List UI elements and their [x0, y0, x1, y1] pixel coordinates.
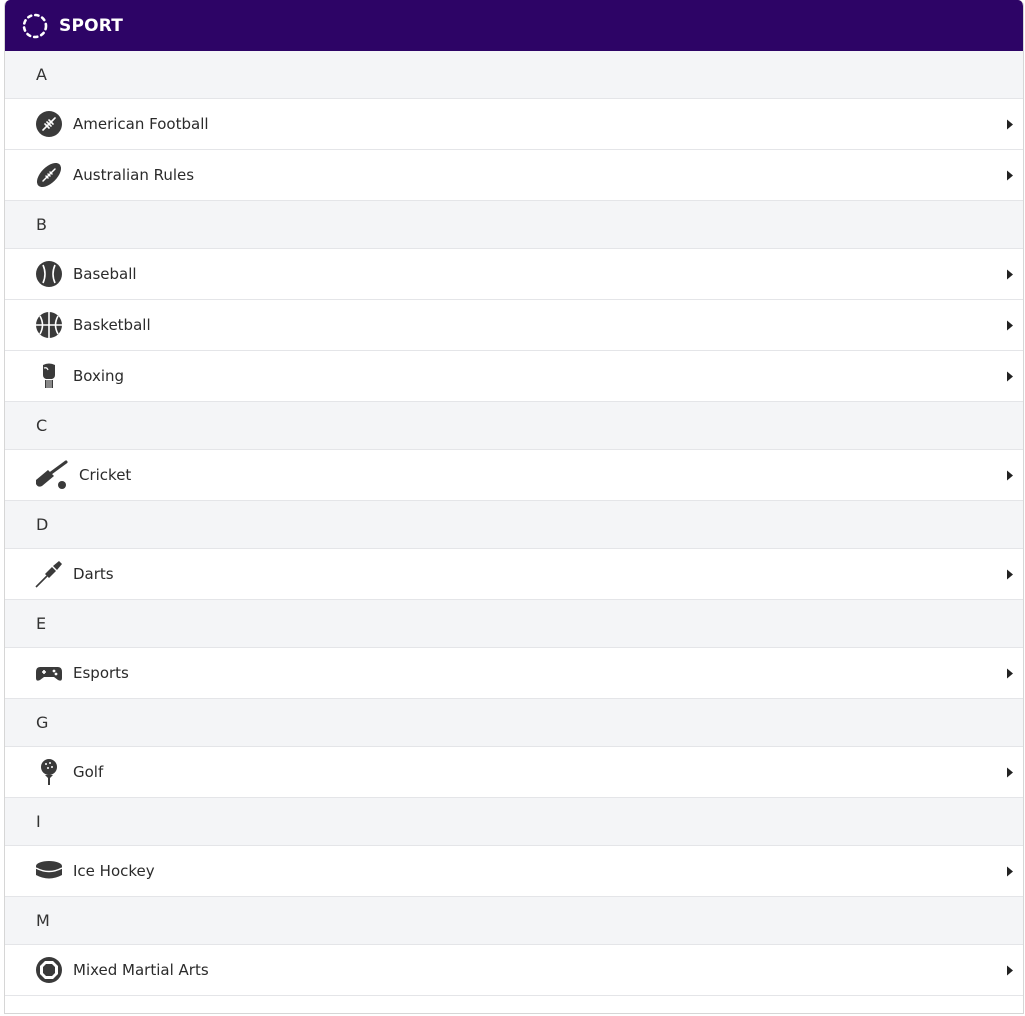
section-letter: B	[36, 215, 47, 234]
sport-item-label: Mixed Martial Arts	[73, 961, 209, 979]
section-header-e: E	[5, 600, 1023, 648]
sport-item-label: Baseball	[73, 265, 137, 283]
sport-item-basketball[interactable]: Basketball	[5, 300, 1023, 351]
golf-icon	[34, 757, 64, 787]
chevron-right-icon	[1005, 964, 1015, 976]
american-football-icon	[34, 109, 64, 139]
sport-item-american-football[interactable]: American Football	[5, 99, 1023, 150]
sport-item-label: Esports	[73, 664, 129, 682]
sport-item-label: Basketball	[73, 316, 151, 334]
sport-item-esports[interactable]: Esports	[5, 648, 1023, 699]
basketball-icon	[34, 310, 64, 340]
sport-item-boxing[interactable]: Boxing	[5, 351, 1023, 402]
sport-item-label: Australian Rules	[73, 166, 195, 184]
sport-item-label: Boxing	[73, 367, 125, 385]
sport-item-mixed-martial-arts[interactable]: Mixed Martial Arts	[5, 945, 1023, 996]
sport-item-label: Darts	[73, 565, 114, 583]
section-letter: M	[36, 911, 50, 930]
section-letter: E	[36, 614, 47, 633]
sport-item-label: Golf	[73, 763, 104, 781]
dart-icon	[34, 559, 64, 589]
gamepad-icon	[34, 658, 64, 688]
chevron-right-icon	[1005, 319, 1015, 331]
cricket-icon	[34, 460, 72, 490]
mma-octagon-icon	[34, 955, 64, 985]
chevron-right-icon	[1005, 568, 1015, 580]
sport-item-ice-hockey[interactable]: Ice Hockey	[5, 846, 1023, 897]
sport-item-label: Cricket	[79, 466, 132, 484]
section-header-b: B	[5, 201, 1023, 249]
chevron-right-icon	[1005, 118, 1015, 130]
sport-panel: SPORT A American Football Australian Rul…	[4, 0, 1024, 1014]
dotted-circle-icon	[21, 12, 49, 40]
chevron-right-icon	[1005, 370, 1015, 382]
hockey-puck-icon	[34, 856, 64, 886]
section-header-m: M	[5, 897, 1023, 945]
section-letter: A	[36, 65, 47, 84]
chevron-right-icon	[1005, 766, 1015, 778]
chevron-right-icon	[1005, 667, 1015, 679]
sport-icon	[34, 996, 64, 1013]
sport-item-cricket[interactable]: Cricket	[5, 450, 1023, 501]
sport-header: SPORT	[5, 0, 1023, 51]
sport-item-label: American Football	[73, 115, 209, 133]
boxing-glove-icon	[34, 361, 64, 391]
baseball-icon	[34, 259, 64, 289]
sport-item-golf[interactable]: Golf	[5, 747, 1023, 798]
section-letter: D	[36, 515, 49, 534]
section-header-c: C	[5, 402, 1023, 450]
australian-rules-icon	[34, 160, 64, 190]
sport-item-label: Ice Hockey	[73, 862, 155, 880]
chevron-right-icon	[1005, 865, 1015, 877]
section-header-g: G	[5, 699, 1023, 747]
section-letter: I	[36, 812, 41, 831]
sport-item-partial[interactable]	[5, 996, 1023, 1013]
section-header-i: I	[5, 798, 1023, 846]
section-letter: G	[36, 713, 49, 732]
sport-item-baseball[interactable]: Baseball	[5, 249, 1023, 300]
section-letter: C	[36, 416, 48, 435]
section-header-d: D	[5, 501, 1023, 549]
section-header-a: A	[5, 51, 1023, 99]
chevron-right-icon	[1005, 268, 1015, 280]
sport-item-australian-rules[interactable]: Australian Rules	[5, 150, 1023, 201]
page-title: SPORT	[59, 15, 124, 36]
sport-item-darts[interactable]: Darts	[5, 549, 1023, 600]
chevron-right-icon	[1005, 169, 1015, 181]
chevron-right-icon	[1005, 469, 1015, 481]
